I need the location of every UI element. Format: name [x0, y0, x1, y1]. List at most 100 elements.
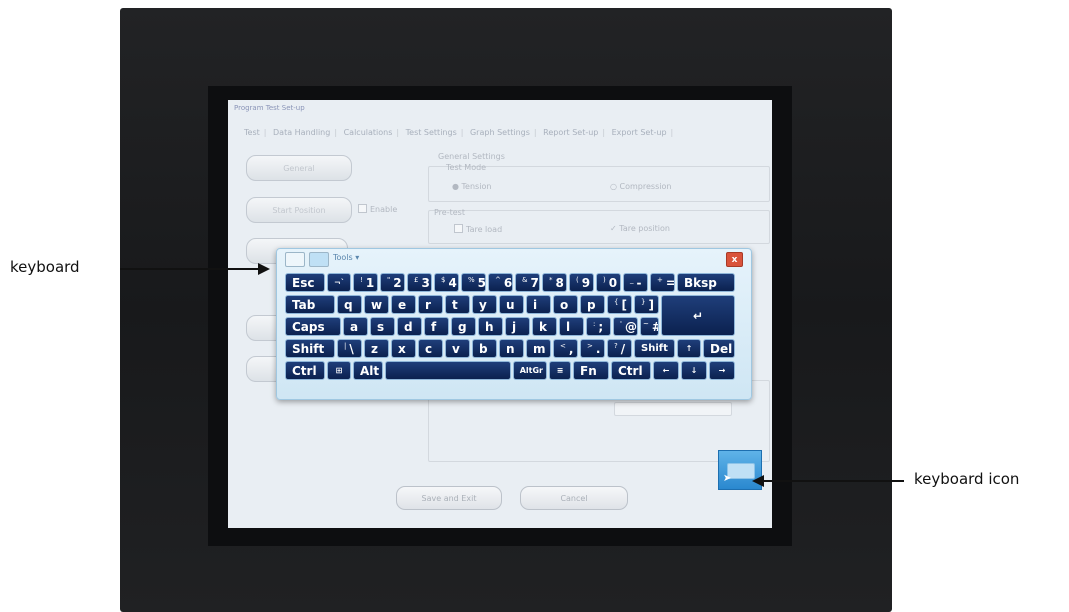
key-shift-left[interactable]: Shift	[285, 339, 335, 358]
compression-radio[interactable]: ○ Compression	[610, 182, 671, 191]
start-position-enable[interactable]: Enable	[358, 204, 397, 214]
key-y[interactable]: y	[472, 295, 497, 314]
key-b[interactable]: b	[472, 339, 497, 358]
tab-calculations[interactable]: Calculations	[342, 128, 395, 137]
key-9[interactable]: (9	[569, 273, 594, 292]
general-settings-heading: General Settings	[438, 152, 505, 161]
key-backtick[interactable]: ¬`	[327, 273, 351, 292]
key-ctrl-left[interactable]: Ctrl	[285, 361, 325, 380]
key-2[interactable]: " 2	[380, 273, 405, 292]
key-g[interactable]: g	[451, 317, 476, 336]
key-right-arrow[interactable]: →	[709, 361, 735, 380]
key-q[interactable]: q	[337, 295, 362, 314]
key-quote[interactable]: ' @	[613, 317, 638, 336]
key-4[interactable]: $4	[434, 273, 459, 292]
key-l[interactable]: l	[559, 317, 584, 336]
key-3[interactable]: £3	[407, 273, 432, 292]
on-screen-keyboard: Tools ▾ x Esc ¬` ! 1 " 2 £3 $4 % 5 ^ 6 & 7 * 8…	[276, 248, 752, 400]
key-delete[interactable]: Del	[703, 339, 735, 358]
key-left-bracket[interactable]: {[	[607, 295, 632, 314]
key-j[interactable]: j	[505, 317, 530, 336]
key-minus[interactable]: _ -	[623, 273, 648, 292]
key-slash[interactable]: ? /	[607, 339, 632, 358]
key-r[interactable]: r	[418, 295, 443, 314]
key-f[interactable]: f	[424, 317, 449, 336]
key-k[interactable]: k	[532, 317, 557, 336]
key-left-arrow[interactable]: ←	[653, 361, 679, 380]
key-s[interactable]: s	[370, 317, 395, 336]
key-8[interactable]: * 8	[542, 273, 567, 292]
key-tab[interactable]: Tab	[285, 295, 335, 314]
tab-test[interactable]: Test	[242, 128, 262, 137]
tab-graph-settings[interactable]: Graph Settings	[468, 128, 532, 137]
windows-key-icon[interactable]: ⊞	[327, 361, 351, 380]
key-semicolon[interactable]: :;	[586, 317, 611, 336]
key-o[interactable]: o	[553, 295, 578, 314]
start-position-button[interactable]: Start Position	[246, 197, 352, 223]
enable-checkbox[interactable]	[358, 204, 367, 213]
tools-menu[interactable]: Tools ▾	[333, 253, 359, 262]
key-c[interactable]: c	[418, 339, 443, 358]
key-p[interactable]: p	[580, 295, 605, 314]
tools-label: Tools	[333, 253, 353, 262]
key-enter[interactable]: ↵	[661, 295, 735, 336]
key-7[interactable]: & 7	[515, 273, 540, 292]
tare-load-checkbox[interactable]: Tare load	[454, 224, 502, 234]
key-backspace[interactable]: Bksp	[677, 273, 735, 292]
tension-label: Tension	[461, 182, 492, 191]
key-6[interactable]: ^ 6	[488, 273, 513, 292]
key-0[interactable]: ) 0	[596, 273, 621, 292]
key-down-arrow[interactable]: ↓	[681, 361, 707, 380]
key-x[interactable]: x	[391, 339, 416, 358]
pointer-icon: ➤	[723, 473, 732, 484]
tare-position-checkbox[interactable]: ✓ Tare position	[610, 224, 670, 233]
keyboard-mode-icon[interactable]	[309, 252, 329, 267]
key-u[interactable]: u	[499, 295, 524, 314]
key-esc[interactable]: Esc	[285, 273, 325, 292]
cancel-button[interactable]: Cancel	[520, 486, 628, 510]
menu-key-icon[interactable]: ≡	[549, 361, 571, 380]
keyboard-annotation-label: keyboard	[10, 258, 80, 276]
key-v[interactable]: v	[445, 339, 470, 358]
save-and-exit-button[interactable]: Save and Exit	[396, 486, 502, 510]
tare-load-box[interactable]	[454, 224, 463, 233]
key-period[interactable]: >.	[580, 339, 605, 358]
key-hash[interactable]: ~#	[640, 317, 659, 336]
lower-dropdown[interactable]	[614, 402, 732, 416]
key-comma[interactable]: <,	[553, 339, 578, 358]
key-up-arrow[interactable]: ↑	[677, 339, 701, 358]
key-w[interactable]: w	[364, 295, 389, 314]
close-icon[interactable]: x	[726, 252, 743, 267]
key-fn[interactable]: Fn	[573, 361, 609, 380]
key-equals[interactable]: + =	[650, 273, 675, 292]
tab-report-setup[interactable]: Report Set-up	[541, 128, 600, 137]
key-ctrl-right[interactable]: Ctrl	[611, 361, 651, 380]
key-right-bracket[interactable]: }]	[634, 295, 659, 314]
key-d[interactable]: d	[397, 317, 422, 336]
keyboard-arrow-icon	[258, 263, 270, 275]
key-n[interactable]: n	[499, 339, 524, 358]
key-5[interactable]: % 5	[461, 273, 486, 292]
key-altgr[interactable]: AltGr	[513, 361, 547, 380]
tab-test-settings[interactable]: Test Settings	[404, 128, 459, 137]
key-m[interactable]: m	[526, 339, 551, 358]
key-i[interactable]: i	[526, 295, 551, 314]
key-h[interactable]: h	[478, 317, 503, 336]
keyboard-annotation-line	[120, 268, 260, 270]
key-space[interactable]	[385, 361, 511, 380]
general-button[interactable]: General	[246, 155, 352, 181]
key-t[interactable]: t	[445, 295, 470, 314]
key-e[interactable]: e	[391, 295, 416, 314]
key-z[interactable]: z	[364, 339, 389, 358]
tension-radio[interactable]: ● Tension	[452, 182, 491, 191]
key-alt[interactable]: Alt	[353, 361, 383, 380]
key-a[interactable]: a	[343, 317, 368, 336]
key-backslash[interactable]: | \	[337, 339, 362, 358]
tab-data-handling[interactable]: Data Handling	[271, 128, 332, 137]
key-caps[interactable]: Caps	[285, 317, 341, 336]
key-1[interactable]: ! 1	[353, 273, 378, 292]
enable-label: Enable	[370, 205, 398, 214]
tab-export-setup[interactable]: Export Set-up	[610, 128, 669, 137]
key-shift-right[interactable]: Shift	[634, 339, 675, 358]
pen-icon[interactable]	[285, 252, 305, 267]
